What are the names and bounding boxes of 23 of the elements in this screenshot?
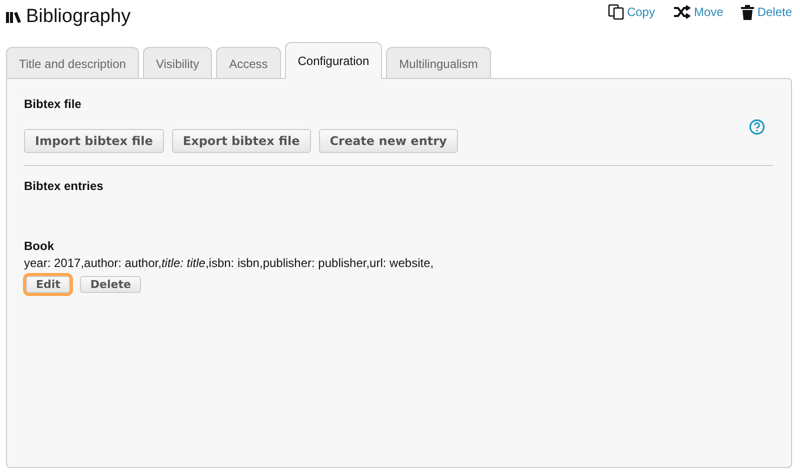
entry-type: Book bbox=[24, 239, 55, 253]
tab[interactable]: Configuration bbox=[284, 42, 382, 79]
move-link[interactable]: Move bbox=[672, 4, 724, 20]
tab[interactable]: Access bbox=[216, 47, 281, 79]
edit-button[interactable]: Edit bbox=[26, 276, 70, 293]
entry-details: year: 2017,author: author,title: title,isbn: isbn,publisher: publisher,url: website, bbox=[24, 256, 435, 270]
books-icon bbox=[6, 11, 22, 23]
action-button[interactable]: Import bibtex file bbox=[24, 129, 164, 153]
section-heading: Bibtex file bbox=[24, 97, 82, 111]
shuffle-icon bbox=[672, 5, 691, 19]
help-icon[interactable] bbox=[749, 119, 765, 135]
delete-link[interactable]: Delete bbox=[741, 4, 792, 20]
copy-icon bbox=[608, 4, 624, 20]
page-title: Bibliography bbox=[26, 6, 131, 28]
delete-button[interactable]: Delete bbox=[80, 276, 141, 293]
tab[interactable]: Title and description bbox=[6, 47, 139, 79]
section-heading: Bibtex entries bbox=[24, 179, 104, 193]
action-button[interactable]: Create new entry bbox=[318, 129, 458, 153]
tab[interactable]: Visibility bbox=[142, 47, 212, 79]
action-button[interactable]: Export bibtex file bbox=[172, 129, 311, 153]
tab[interactable]: Multilingualism bbox=[386, 47, 491, 79]
trash-icon bbox=[741, 4, 754, 20]
copy-link[interactable]: Copy bbox=[608, 4, 655, 20]
